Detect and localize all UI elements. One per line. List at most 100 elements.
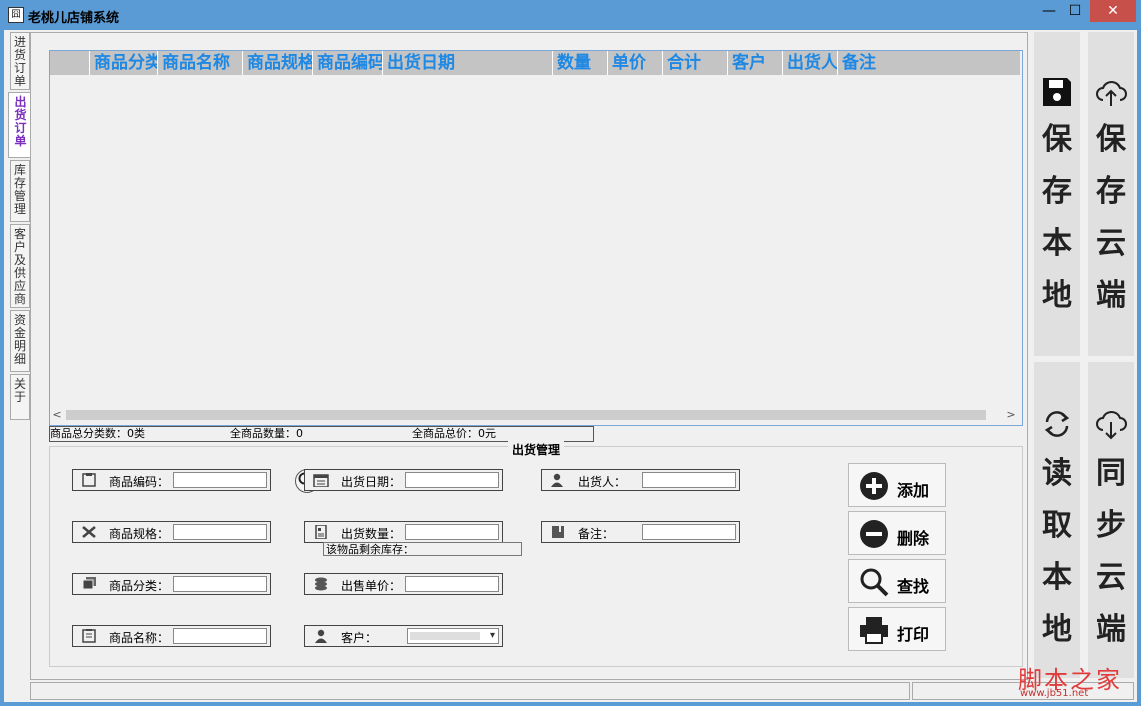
read-local-char-4: 地 [1042,612,1072,647]
tab-about[interactable]: 关于 [10,374,30,420]
note-input[interactable] [642,524,736,540]
product-category-input[interactable] [173,576,267,592]
column-header-category[interactable]: 商品分类 [90,51,158,75]
column-header-customer[interactable]: 客户 [728,51,783,75]
delete-button[interactable]: 删除 [848,511,946,555]
read-local-char-3: 本 [1042,560,1072,595]
cloud-upload-icon [1096,81,1127,106]
window-title: 老桃儿店铺系统 [28,11,120,26]
clipboard-list-icon [82,629,96,643]
column-header-note[interactable]: 备注 [838,51,1020,75]
note-field: 备注： [541,521,740,543]
title-bar: 囧 老桃儿店铺系统 — ☐ ✕ [0,0,1141,30]
maximize-button[interactable]: ☐ [1062,0,1088,22]
column-header-code[interactable]: 商品编码 [313,51,383,75]
customer-label: 客户： [341,631,378,645]
ship-date-label: 出货日期： [341,475,402,489]
column-header-date[interactable]: 出货日期 [383,51,553,75]
tab-customers-suppliers[interactable]: 客户及供应商 [10,224,30,308]
ship-quantity-input[interactable] [405,524,499,540]
customer-select[interactable]: ▾ [407,628,499,644]
customer-select-value [410,632,480,640]
shipper-field: 出货人： [541,469,740,491]
ship-date-input[interactable] [405,472,499,488]
tools-icon [82,526,96,538]
save-cloud-button[interactable]: 保 存 云 端 [1088,32,1134,356]
product-code-input[interactable] [173,472,267,488]
scroll-left-icon[interactable]: < [50,407,64,423]
tab-inventory[interactable]: 库存管理 [10,160,30,222]
scroll-right-icon[interactable]: > [1004,407,1018,423]
read-local-char-2: 取 [1042,508,1072,543]
chevron-down-icon[interactable]: ▾ [490,630,495,641]
ship-quantity-field: 出货数量： [304,521,503,543]
sale-price-label: 出售单价： [341,579,402,593]
orders-table[interactable]: 商品分类 商品名称 商品规格 商品编码 出货日期 数量 单价 合计 客户 出货人… [49,50,1023,426]
product-category-label: 商品分类： [109,579,170,593]
column-header-row-marker[interactable] [50,51,90,75]
sync-cloud-char-2: 步 [1096,508,1126,543]
document-icon [315,525,327,539]
ship-quantity-label: 出货数量： [341,527,402,541]
refresh-icon [1044,411,1070,437]
column-header-unit-price[interactable]: 单价 [608,51,663,75]
product-spec-label: 商品规格： [109,527,170,541]
summary-category-count: 商品总分类数：0类 [50,427,145,440]
tab-fund-details[interactable]: 资金明细 [10,310,30,372]
column-header-name[interactable]: 商品名称 [158,51,243,75]
read-local-button[interactable]: 读 取 本 地 [1034,362,1080,678]
save-local-char-1: 保 [1042,122,1072,157]
minimize-button[interactable]: — [1036,0,1062,22]
coins-icon [315,577,327,591]
remaining-stock-hint: 该物品剩余库存： [323,542,522,556]
stack-icon [82,577,96,590]
product-code-label: 商品编码： [109,475,170,489]
save-cloud-char-1: 保 [1096,122,1126,157]
column-header-shipper[interactable]: 出货人 [783,51,838,75]
product-name-field: 商品名称： [72,625,271,647]
find-button-label: 查找 [897,577,930,596]
shipper-label: 出货人： [578,475,627,489]
save-cloud-char-4: 端 [1096,278,1126,313]
clipboard-icon [82,473,96,487]
read-local-char-1: 读 [1042,456,1072,491]
search-icon [860,568,889,597]
product-name-label: 商品名称： [109,631,170,645]
business-person-icon [315,629,327,643]
book-icon [552,526,564,538]
panel-title: 出货管理 [508,441,565,458]
column-header-spec[interactable]: 商品规格 [243,51,313,75]
save-local-char-2: 存 [1042,174,1072,209]
window-client: 进货订单 出货订单 库存管理 客户及供应商 资金明细 关于 商品分类 商品名称 … [4,30,1137,702]
note-label: 备注： [578,527,615,541]
product-name-input[interactable] [173,628,267,644]
sync-cloud-button[interactable]: 同 步 云 端 [1088,362,1134,678]
print-button[interactable]: 打印 [848,607,946,651]
save-local-char-4: 地 [1042,278,1072,313]
shipper-input[interactable] [642,472,736,488]
save-cloud-char-2: 存 [1096,174,1126,209]
product-spec-input[interactable] [173,524,267,540]
horizontal-scrollbar[interactable]: < > [50,407,1020,423]
tab-shipment-orders[interactable]: 出货订单 [8,92,32,158]
product-category-field: 商品分类： [72,573,271,595]
app-icon: 囧 [8,7,24,23]
save-local-button[interactable]: 保 存 本 地 [1034,32,1080,356]
sync-cloud-char-4: 端 [1096,612,1126,647]
scrollbar-thumb[interactable] [66,410,986,420]
ship-date-field: 出货日期： [304,469,503,491]
close-button[interactable]: ✕ [1090,0,1136,22]
sale-price-input[interactable] [405,576,499,592]
column-header-quantity[interactable]: 数量 [553,51,608,75]
minus-circle-icon [860,520,888,548]
shipment-tab-content: 商品分类 商品名称 商品规格 商品编码 出货日期 数量 单价 合计 客户 出货人… [30,32,1028,680]
column-header-total[interactable]: 合计 [663,51,728,75]
summary-total-price: 全商品总价：0元 [412,427,496,440]
tab-purchase-orders[interactable]: 进货订单 [10,32,30,90]
printer-icon [860,617,888,644]
watermark-url: www.jb51.net [1020,688,1089,699]
find-button[interactable]: 查找 [848,559,946,603]
table-header: 商品分类 商品名称 商品规格 商品编码 出货日期 数量 单价 合计 客户 出货人… [50,51,1020,75]
save-local-char-3: 本 [1042,226,1072,261]
add-button[interactable]: 添加 [848,463,946,507]
